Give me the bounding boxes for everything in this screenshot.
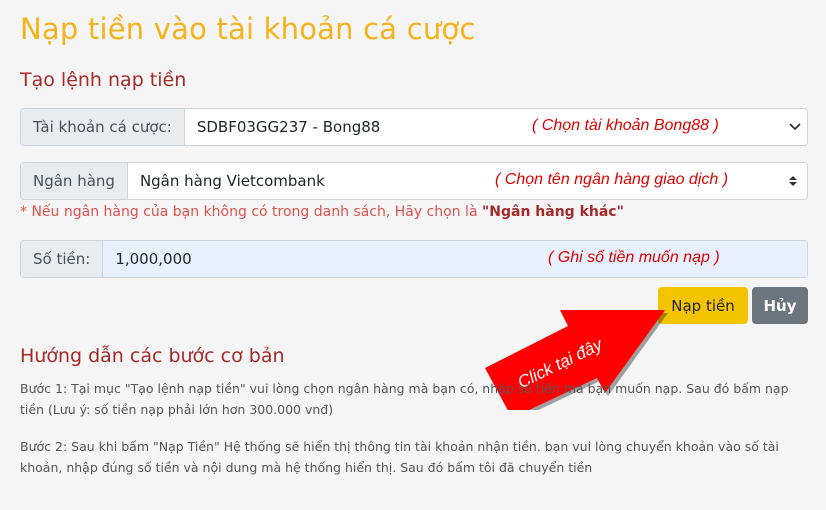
- bank-note-bold: "Ngân hàng khác": [481, 204, 624, 220]
- bank-value: Ngân hàng Vietcombank: [139, 172, 325, 190]
- guide-step-1: Bước 1: Tại mục "Tạo lệnh nạp tiền" vui …: [20, 381, 789, 417]
- chevron-down-icon: [789, 120, 801, 134]
- bank-label: Ngân hàng: [21, 163, 128, 199]
- form-title: Tạo lệnh nạp tiền: [20, 69, 187, 91]
- page-title: Nạp tiền vào tài khoản cá cược: [20, 12, 476, 46]
- guide-step-2: Bước 2: Sau khi bấm "Nạp Tiền" Hệ thống …: [20, 439, 779, 475]
- bank-note: * Nếu ngân hàng của bạn không có trong d…: [20, 204, 624, 220]
- cancel-button[interactable]: Hủy: [752, 287, 808, 324]
- account-label: Tài khoản cá cược:: [21, 109, 185, 145]
- amount-hint: ( Ghi số tiền muốn nạp ): [548, 249, 720, 266]
- amount-input[interactable]: 1,000,000: [115, 250, 191, 268]
- guide-title: Hướng dẫn các bước cơ bản: [20, 345, 285, 367]
- bank-hint: ( Chọn tên ngân hàng giao dịch ): [495, 171, 729, 188]
- select-arrows-icon: [789, 175, 797, 187]
- account-hint: ( Chọn tài khoản Bong88 ): [532, 117, 719, 134]
- bank-note-text: * Nếu ngân hàng của bạn không có trong d…: [20, 204, 482, 220]
- amount-label: Số tiền:: [21, 241, 104, 277]
- account-value: SDBF03GG237 - Bong88: [196, 118, 381, 136]
